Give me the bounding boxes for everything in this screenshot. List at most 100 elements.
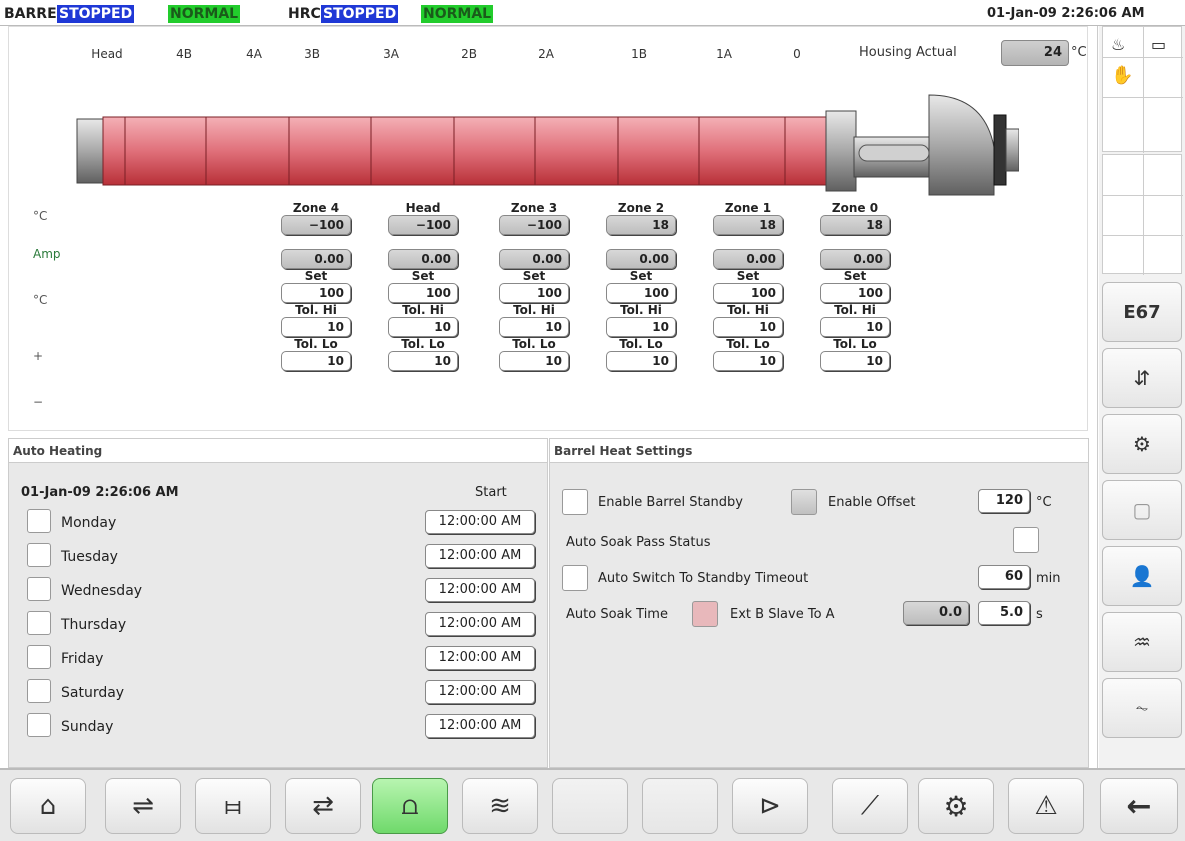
day-checkbox[interactable] (27, 509, 51, 533)
enable-offset-checkbox[interactable] (791, 489, 817, 515)
zone-amp: 0.00 (713, 249, 783, 269)
hrc-state-badge: STOPPED (321, 5, 399, 23)
day-row-sunday: Sunday 12:00:00 AM (27, 713, 535, 741)
zone-tol-hi[interactable]: 10 (820, 317, 890, 337)
soak-time-set[interactable]: 5.0 (978, 601, 1030, 625)
chart-icon[interactable]: ⟋ (832, 778, 908, 834)
zone-set-temp[interactable]: 100 (820, 283, 890, 303)
warning-icon[interactable]: ⚠ (1008, 778, 1084, 834)
tol-hi-label: Tol. Hi (727, 303, 769, 317)
day-start-time[interactable]: 12:00:00 AM (425, 510, 535, 534)
operator-icon[interactable]: 👤 (1102, 546, 1182, 606)
settings-gears-icon[interactable]: ⚙ (918, 778, 994, 834)
zone-tol-hi[interactable]: 10 (281, 317, 351, 337)
day-checkbox[interactable] (27, 679, 51, 703)
housing-unit: °C (1071, 45, 1087, 60)
zone-label-3b: 3B (304, 47, 320, 61)
day-start-time[interactable]: 12:00:00 AM (425, 578, 535, 602)
window-icon[interactable]: ▢ (1102, 480, 1182, 540)
zone-set-temp[interactable]: 100 (499, 283, 569, 303)
day-row-monday: Monday 12:00:00 AM (27, 509, 535, 537)
day-name: Wednesday (61, 583, 143, 599)
zone-actual-temp: 18 (713, 215, 783, 235)
day-start-time[interactable]: 12:00:00 AM (425, 714, 535, 738)
zone-tol-lo[interactable]: 10 (820, 351, 890, 371)
day-checkbox[interactable] (27, 543, 51, 567)
row-label-tol-lo: − (33, 395, 44, 409)
day-checkbox[interactable] (27, 713, 51, 737)
ext-b-slave-checkbox[interactable] (692, 601, 718, 627)
right-sidebar: ♨ ▭ ✋ E67 ⇵ ⚙ ▢ 👤 ♒ ⏦ (1099, 26, 1185, 768)
day-checkbox[interactable] (27, 611, 51, 635)
zone-tol-hi[interactable]: 10 (388, 317, 458, 337)
zone-name: Zone 3 (510, 201, 558, 215)
tol-lo-label: Tol. Lo (401, 337, 445, 351)
zone-tol-lo[interactable]: 10 (499, 351, 569, 371)
zone-name: Zone 2 (617, 201, 665, 215)
soak-pass-label: Auto Soak Pass Status (566, 535, 711, 550)
zone-actual-temp: −100 (281, 215, 351, 235)
standby-timeout-checkbox[interactable] (562, 565, 588, 591)
day-start-time[interactable]: 12:00:00 AM (425, 646, 535, 670)
sidebar-empty-grid (1102, 154, 1183, 275)
home-icon[interactable]: ⌂ (10, 778, 86, 834)
zone-tol-hi[interactable]: 10 (713, 317, 783, 337)
zone-tol-hi[interactable]: 10 (499, 317, 569, 337)
auto-heating-panel: Auto Heating 01-Jan-09 2:26:06 AM Start … (8, 438, 548, 768)
barrel-heat-title: Barrel Heat Settings (550, 439, 1088, 463)
day-checkbox[interactable] (27, 577, 51, 601)
zone-actual-temp: 18 (606, 215, 676, 235)
status-datetime: 01-Jan-09 2:26:06 AM (987, 6, 1145, 21)
nozzle-spray-icon[interactable]: ⊳ (732, 778, 808, 834)
empty-nav-slot (552, 778, 628, 834)
zone-tol-lo[interactable]: 10 (713, 351, 783, 371)
barrel-heat-icon[interactable]: ⩍ (372, 778, 448, 834)
clamp-icon[interactable]: ⧦ (195, 778, 271, 834)
injection-icon[interactable]: ⇌ (105, 778, 181, 834)
standby-timeout-unit: min (1036, 571, 1061, 586)
set-label: Set (304, 269, 328, 283)
nozzle-tip (76, 118, 106, 184)
day-start-time[interactable]: 12:00:00 AM (425, 612, 535, 636)
alarm-code-button[interactable]: E67 (1102, 282, 1182, 342)
day-start-time[interactable]: 12:00:00 AM (425, 680, 535, 704)
zone-tol-lo[interactable]: 10 (281, 351, 351, 371)
zone-tol-lo[interactable]: 10 (606, 351, 676, 371)
zone-amp: 0.00 (281, 249, 351, 269)
screw-tool-icon[interactable]: ⚙ (1102, 414, 1182, 474)
io-signal-icon[interactable]: ⏦ (1102, 678, 1182, 738)
heater-icon: ♨ (1111, 35, 1126, 54)
zone-set-temp[interactable]: 100 (388, 283, 458, 303)
set-label: Set (522, 269, 546, 283)
main-area: Head 4B 4A 3B 3A 2B 2A 1B 1A 0 Housing A… (0, 26, 1098, 768)
row-label-tol-hi: + (33, 349, 44, 363)
zone-set-temp[interactable]: 100 (281, 283, 351, 303)
enable-offset-label: Enable Offset (828, 495, 916, 510)
zone-column: Zone 2 18 0.00 Set 100 Tol. Hi 10 Tol. L… (606, 201, 676, 371)
mold-setup-icon[interactable]: ⇵ (1102, 348, 1182, 408)
day-checkbox[interactable] (27, 645, 51, 669)
offset-value[interactable]: 120 (978, 489, 1030, 513)
feed-housing (825, 94, 1019, 196)
zone-set-temp[interactable]: 100 (606, 283, 676, 303)
barrel-heat-settings-panel: Barrel Heat Settings Enable Barrel Stand… (549, 438, 1089, 768)
heater-tool-icon[interactable]: ♒ (1102, 612, 1182, 672)
battery-icon: ▭ (1151, 35, 1167, 54)
hrc-mode-badge: NORMAL (421, 5, 494, 23)
back-arrow-icon[interactable]: ← (1100, 778, 1178, 834)
day-start-time[interactable]: 12:00:00 AM (425, 544, 535, 568)
zone-actual-temp: −100 (499, 215, 569, 235)
zone-name: Zone 4 (292, 201, 340, 215)
tol-lo-label: Tol. Lo (294, 337, 338, 351)
standby-timeout-value[interactable]: 60 (978, 565, 1030, 589)
zone-tol-lo[interactable]: 10 (388, 351, 458, 371)
day-name: Monday (61, 515, 117, 531)
ejector-icon[interactable]: ⇄ (285, 778, 361, 834)
tol-lo-label: Tol. Lo (512, 337, 556, 351)
hot-runner-icon[interactable]: ≋ (462, 778, 538, 834)
empty-nav-slot (642, 778, 718, 834)
zone-amp: 0.00 (388, 249, 458, 269)
zone-tol-hi[interactable]: 10 (606, 317, 676, 337)
enable-standby-checkbox[interactable] (562, 489, 588, 515)
zone-set-temp[interactable]: 100 (713, 283, 783, 303)
